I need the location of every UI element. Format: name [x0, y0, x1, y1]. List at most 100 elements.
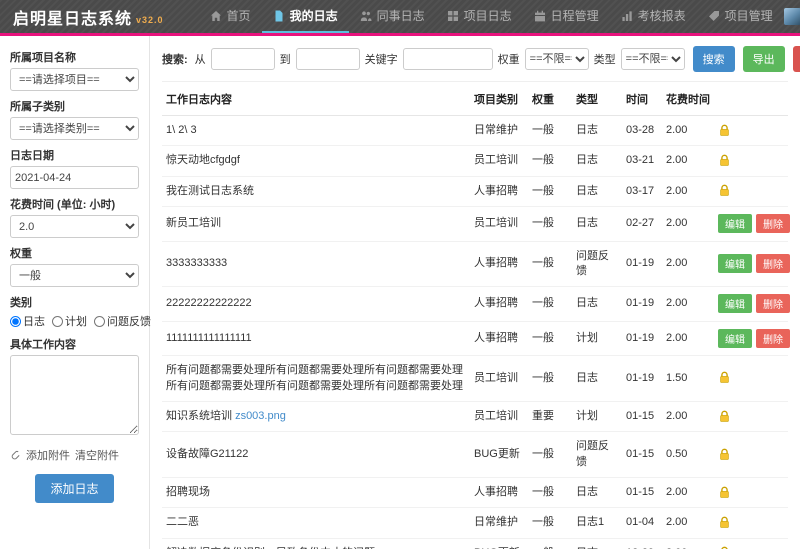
log-weight: 一般: [528, 176, 572, 206]
col-header-type: 类型: [572, 82, 622, 116]
log-content: 3333333333: [166, 257, 227, 269]
date-input[interactable]: [10, 166, 139, 189]
category-radio[interactable]: [52, 316, 63, 327]
category-radio[interactable]: [94, 316, 105, 327]
paperclip-icon: [10, 450, 21, 461]
log-category: 员工培训: [470, 146, 528, 176]
lock-icon: [718, 546, 731, 549]
table-row: 解决数据库备份识别，导致备份中止的问题。 BUG更新 一般 日志 12-29 2…: [162, 538, 788, 549]
col-header-actions: [714, 82, 788, 116]
lock-icon: [718, 124, 731, 137]
category-radio[interactable]: [10, 316, 21, 327]
log-time: 03-21: [622, 146, 662, 176]
avatar: [784, 8, 800, 25]
app-logo: 启明星日志系统 v32.0: [0, 0, 177, 33]
table-header-row: 工作日志内容 项目类别 权重 类型 时间 花费时间: [162, 82, 788, 116]
log-time: 01-19: [622, 356, 662, 402]
main-nav: 首页 我的日志 同事日志 项目日志 日程管理 考核报表 项目管理: [199, 0, 784, 33]
category-radio-label: 计划: [65, 313, 87, 329]
row-actions: 编辑删除: [714, 207, 788, 241]
log-content: 知识系统培训: [166, 410, 232, 422]
app-version: v32.0: [136, 15, 164, 25]
log-type: 计划: [572, 321, 622, 355]
nav-item-home[interactable]: 首页: [199, 0, 262, 33]
log-category: 人事招聘: [470, 321, 528, 355]
nav-item-project-logs[interactable]: 项目日志: [436, 0, 523, 33]
table-row: 招聘现场 人事招聘 一般 日志 01-15 2.00: [162, 478, 788, 508]
date-to-input[interactable]: [296, 48, 360, 70]
log-time: 01-15: [622, 478, 662, 508]
log-content: 惊天动地cfgdgf: [166, 154, 240, 166]
lock-icon: [718, 448, 731, 461]
table-row: 知识系统培训 zs003.png 员工培训 重要 计划 01-15 2.00: [162, 401, 788, 431]
log-weight: 一般: [528, 321, 572, 355]
weight-label: 权重: [10, 245, 139, 261]
search-button[interactable]: 搜索: [693, 46, 735, 72]
search-label: 搜索:: [162, 51, 188, 67]
log-category: BUG更新: [470, 538, 528, 549]
log-category: 人事招聘: [470, 478, 528, 508]
log-weight: 一般: [528, 508, 572, 538]
nav-item-my-logs[interactable]: 我的日志: [262, 0, 349, 33]
export-button[interactable]: 导出: [743, 46, 785, 72]
log-category: BUG更新: [470, 432, 528, 478]
nav-item-label: 项目日志: [464, 7, 512, 24]
log-time: 02-27: [622, 207, 662, 241]
nav-item-label: 我的日志: [290, 7, 338, 24]
edit-button[interactable]: 编辑: [718, 254, 752, 273]
category-radio-option[interactable]: 问题反馈: [94, 313, 151, 329]
to-label: 到: [280, 51, 291, 67]
header-right: 管理员 ▼ 手机版: [784, 0, 800, 33]
search-type-select[interactable]: ==不限==: [621, 48, 685, 70]
nav-item-schedule[interactable]: 日程管理: [523, 0, 610, 33]
log-content: 二二恶: [166, 516, 199, 528]
nav-item-label: 首页: [227, 7, 251, 24]
log-weight: 一般: [528, 432, 572, 478]
search-type-label: 类型: [594, 51, 616, 67]
nav-item-project-admin[interactable]: 项目管理: [697, 0, 784, 33]
attachment-link[interactable]: zs003.png: [235, 410, 286, 422]
search-weight-select[interactable]: ==不限==: [525, 48, 589, 70]
table-row: 我在测试日志系统 人事招聘 一般 日志 03-17 2.00: [162, 176, 788, 206]
subcategory-label: 所属子类别: [10, 98, 139, 114]
content-textarea[interactable]: [10, 355, 139, 435]
table-row: 二二恶 日常维护 一般 日志1 01-04 2.00: [162, 508, 788, 538]
log-weight: 一般: [528, 241, 572, 287]
delete-button[interactable]: 删除: [756, 254, 790, 273]
project-select[interactable]: ==请选择项目==: [10, 68, 139, 91]
calendar-view-button[interactable]: 日历一览: [793, 46, 800, 72]
table-row: 设备故障G21122 BUG更新 一般 问题反馈 01-15 0.50: [162, 432, 788, 478]
log-content: 新员工培训: [166, 217, 221, 229]
edit-button[interactable]: 编辑: [718, 214, 752, 233]
log-type: 计划: [572, 401, 622, 431]
add-attachment-link[interactable]: 添加附件: [26, 447, 70, 463]
table-row: 1111111111111111 人事招聘 一般 计划 01-19 2.00 编…: [162, 321, 788, 355]
category-radio-label: 日志: [23, 313, 45, 329]
keyword-input[interactable]: [403, 48, 493, 70]
log-hours: 2.00: [662, 321, 714, 355]
log-content: 22222222222222: [166, 297, 252, 309]
grid-icon: [447, 10, 459, 22]
nav-item-reports[interactable]: 考核报表: [610, 0, 697, 33]
nav-item-colleague-logs[interactable]: 同事日志: [349, 0, 436, 33]
date-from-input[interactable]: [211, 48, 275, 70]
add-log-button[interactable]: 添加日志: [35, 474, 113, 503]
category-radio-option[interactable]: 日志: [10, 313, 45, 329]
edit-button[interactable]: 编辑: [718, 329, 752, 348]
log-category: 人事招聘: [470, 241, 528, 287]
clear-attachment-link[interactable]: 清空附件: [75, 447, 119, 463]
log-content: 解决数据库备份识别，导致备份中止的问题。: [166, 547, 386, 549]
log-type: 日志: [572, 116, 622, 146]
weight-select[interactable]: 一般: [10, 264, 139, 287]
log-type: 日志: [572, 287, 622, 321]
hours-select[interactable]: 2.0: [10, 215, 139, 238]
table-row: 3333333333 人事招聘 一般 问题反馈 01-19 2.00 编辑删除: [162, 241, 788, 287]
delete-button[interactable]: 删除: [756, 214, 790, 233]
delete-button[interactable]: 删除: [756, 329, 790, 348]
row-actions: 编辑删除: [714, 321, 788, 355]
category-radio-option[interactable]: 计划: [52, 313, 87, 329]
subcategory-select[interactable]: ==请选择类别==: [10, 117, 139, 140]
delete-button[interactable]: 删除: [756, 294, 790, 313]
search-bar: 搜索: 从 到 关键字 权重 ==不限== 类型 ==不限== 搜索 导出 日历…: [162, 46, 788, 82]
edit-button[interactable]: 编辑: [718, 294, 752, 313]
